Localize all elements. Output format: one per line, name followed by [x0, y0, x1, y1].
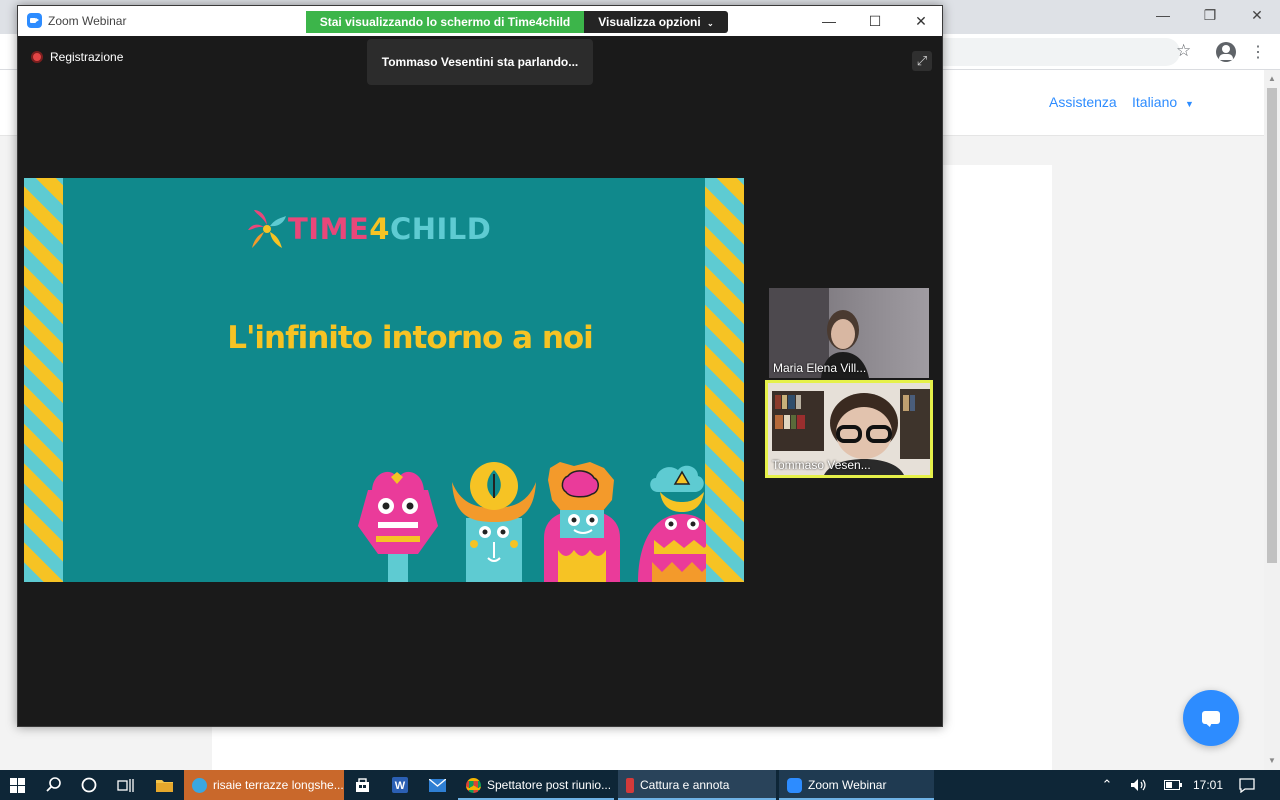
show-hidden-icons-chevron-icon[interactable]: ⌃ [1094, 770, 1120, 800]
record-icon [31, 51, 43, 63]
volume-icon[interactable] [1126, 770, 1152, 800]
task-label: risaie terrazze longshe... [213, 778, 344, 792]
file-explorer-icon[interactable] [147, 770, 181, 800]
slide-headline: L'infinito intorno a noi [227, 320, 594, 356]
search-icon[interactable] [37, 770, 71, 800]
zoom-app-icon [27, 13, 42, 28]
zoom-window-title: Zoom Webinar [48, 14, 127, 28]
brain-monster-figure [544, 462, 620, 582]
taskbar-item-zoom[interactable]: Zoom Webinar [779, 770, 934, 800]
notification-center-icon[interactable] [1234, 770, 1260, 800]
browser-minimize-button[interactable]: — [1140, 0, 1186, 30]
mail-icon[interactable] [420, 770, 454, 800]
scroll-down-icon[interactable]: ▼ [1264, 754, 1280, 768]
chat-support-button[interactable] [1183, 690, 1239, 746]
brand-digit: 4 [369, 212, 390, 246]
svg-text:W: W [395, 780, 406, 792]
recording-indicator: Registrazione [31, 49, 123, 65]
view-options-button[interactable]: Visualizza opzioni ⌄ [584, 11, 728, 33]
participant-video-tile[interactable]: Maria Elena Vill... [769, 288, 929, 378]
teal-monster-figure [452, 462, 536, 582]
time4child-logo: TIME4CHILD [246, 206, 491, 252]
screen-share-status: Stai visualizzando lo schermo di Time4ch… [306, 11, 584, 33]
task-label: Spettatore post riunio... [487, 778, 612, 792]
taskbar-item-snip[interactable]: Cattura e annota [618, 770, 776, 800]
store-icon[interactable] [345, 770, 379, 800]
bookmark-star-icon[interactable]: ☆ [1176, 41, 1196, 61]
flower-logo-icon [248, 210, 286, 248]
cloud-monster-figure [638, 465, 706, 582]
brand-part1: TIME [288, 212, 370, 246]
slide-stripe-right [705, 178, 744, 582]
task-label: Zoom Webinar [808, 778, 887, 792]
word-icon[interactable]: W [383, 770, 417, 800]
battery-icon[interactable] [1160, 770, 1186, 800]
task-view-icon[interactable] [108, 770, 142, 800]
brand-part2: CHILD [389, 212, 492, 246]
zoom-webinar-window: Zoom Webinar — ☐ ✕ Stai visualizzando lo… [17, 5, 943, 727]
taskbar-item-chrome[interactable]: Spettatore post riunio... [458, 770, 614, 800]
page-scrollbar[interactable]: ▲ ▼ [1264, 70, 1280, 770]
view-options-label: Visualizza opzioni [598, 15, 701, 29]
profile-avatar-icon[interactable] [1216, 42, 1236, 62]
participant-name: Tommaso Vesen... [772, 458, 871, 472]
taskbar-item-edge[interactable]: risaie terrazze longshe... [184, 770, 344, 800]
snip-icon [626, 777, 634, 793]
active-speaker-toast: Tommaso Vesentini sta parlando... [367, 39, 593, 85]
browser-close-button[interactable]: ✕ [1234, 0, 1280, 30]
edge-icon [192, 777, 207, 793]
slide-stripe-left [24, 178, 63, 582]
help-link[interactable]: Assistenza [1049, 94, 1117, 110]
scroll-up-icon[interactable]: ▲ [1264, 72, 1280, 86]
task-label: Cattura e annota [640, 778, 730, 792]
cortana-icon[interactable] [72, 770, 106, 800]
chevron-down-icon: ⌄ [707, 19, 714, 28]
pink-monster-figure [358, 471, 438, 582]
scrollbar-thumb[interactable] [1267, 88, 1277, 563]
browser-restore-button[interactable]: ❐ [1187, 0, 1233, 30]
zoom-minimize-button[interactable]: — [806, 6, 852, 36]
screen-share-banner: Stai visualizzando lo schermo di Time4ch… [306, 11, 728, 33]
zoom-maximize-button[interactable]: ☐ [852, 6, 898, 36]
recording-label: Registrazione [50, 50, 124, 64]
browser-menu-icon[interactable]: ⋮ [1250, 42, 1266, 62]
zoom-icon [787, 777, 802, 793]
language-label: Italiano [1132, 94, 1178, 110]
active-speaker-video-tile[interactable]: Tommaso Vesen... [765, 380, 933, 478]
shared-screen-slide: TIME4CHILD L'infinito intorno a noi [24, 178, 744, 582]
participant-name: Maria Elena Vill... [773, 361, 867, 375]
fullscreen-icon[interactable]: ⤢ [912, 51, 932, 71]
windows-taskbar: risaie terrazze longshe... W Spettatore … [0, 770, 1280, 800]
chrome-icon [466, 777, 481, 793]
language-selector[interactable]: Italiano ▼ [1132, 94, 1194, 110]
windows-start-icon[interactable] [0, 770, 34, 800]
monster-illustration [358, 462, 706, 582]
zoom-close-button[interactable]: ✕ [898, 6, 944, 36]
chat-bubble-icon [1202, 711, 1220, 724]
brand-wordmark: TIME4CHILD [288, 212, 491, 246]
taskbar-clock[interactable]: 17:01 [1190, 770, 1226, 800]
caret-down-icon: ▼ [1185, 99, 1194, 109]
